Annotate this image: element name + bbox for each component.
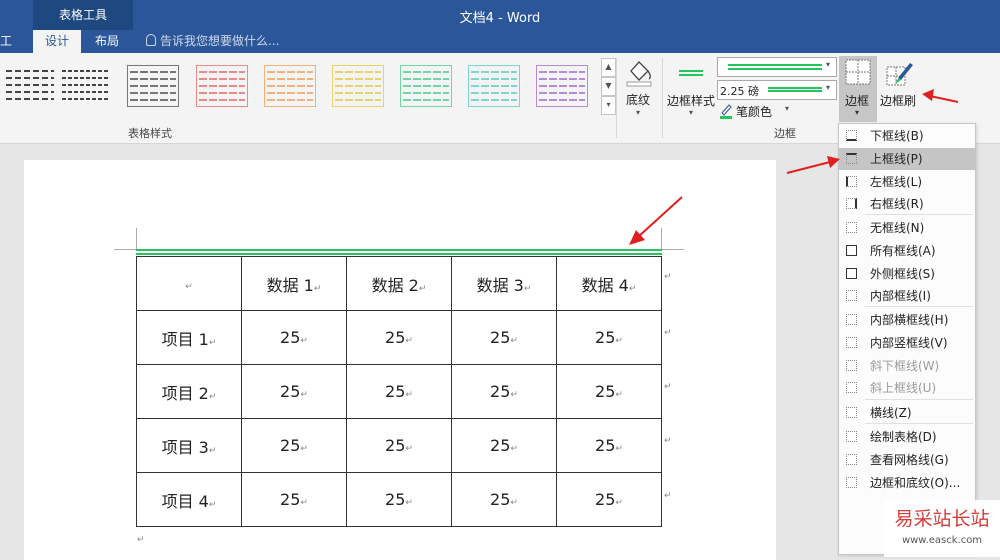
red-arrow-icon [786,156,840,174]
watermark-title: 易采站长站 [894,508,990,530]
red-arrow-icon [629,196,683,245]
annotation-arrows [629,89,959,245]
watermark: 易采站长站 www.easck.com [884,500,1000,557]
watermark-url: www.easck.com [901,535,983,546]
red-arrow-icon [922,89,959,103]
